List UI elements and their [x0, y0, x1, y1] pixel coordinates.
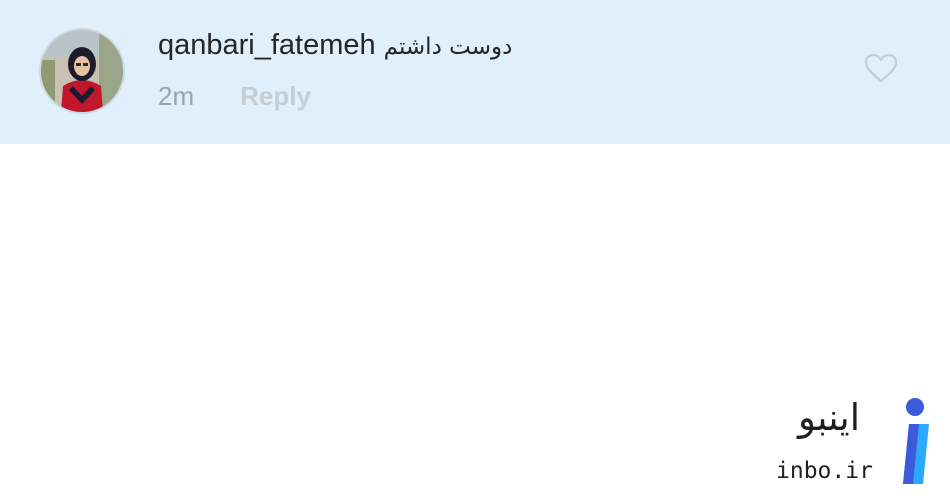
comment-username[interactable]: qanbari_fatemeh	[158, 29, 376, 61]
user-avatar-image	[41, 30, 123, 112]
watermark: اینبو inbo.ir	[770, 392, 940, 492]
watermark-name: اینبو	[797, 396, 860, 439]
heart-outline-icon[interactable]	[863, 52, 899, 84]
comment-time: 2m	[158, 81, 195, 111]
comment-row: qanbari_fatemeh دوست داشتم 2m Reply	[0, 0, 950, 144]
comment-line: qanbari_fatemeh دوست داشتم	[158, 26, 512, 69]
page: qanbari_fatemeh دوست داشتم 2m Reply اینبو …	[0, 0, 950, 500]
watermark-domain: inbo.ir	[776, 458, 873, 484]
comment-text: دوست داشتم	[383, 34, 513, 60]
avatar[interactable]	[39, 28, 125, 114]
reply-button[interactable]: Reply	[240, 81, 311, 111]
inbo-logo-icon	[898, 396, 932, 486]
comment-meta: 2m Reply	[158, 78, 311, 119]
